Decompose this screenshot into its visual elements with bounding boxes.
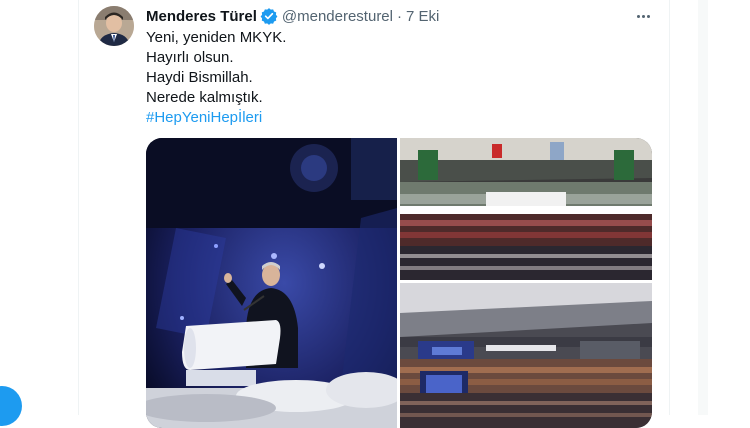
timeline-left-border <box>78 0 79 415</box>
more-options-icon[interactable] <box>632 6 654 26</box>
right-gutter <box>670 0 750 415</box>
media-grid <box>146 138 652 428</box>
tweet-line-3: Haydi Bismillah. <box>146 69 253 86</box>
author-name[interactable]: Menderes Türel <box>146 8 257 25</box>
arena-wide-view-photo[interactable] <box>400 283 652 428</box>
scroll-track[interactable] <box>698 0 708 415</box>
author-handle[interactable]: @menderesturel <box>282 8 393 25</box>
tweet-line-4: Nerede kalmıştık. <box>146 89 263 106</box>
tweet-text: Yeni, yeniden MKYK. Hayırlı olsun. Haydi… <box>146 28 286 128</box>
compose-button[interactable] <box>0 386 22 426</box>
tweet-line-1: Yeni, yeniden MKYK. <box>146 29 287 46</box>
separator-dot: · <box>396 7 402 25</box>
tweet-date[interactable]: 7 Eki <box>406 8 439 25</box>
verified-badge-icon <box>260 7 278 25</box>
crowd-in-arena-photo[interactable] <box>400 138 652 280</box>
hashtag-link[interactable]: #HepYeniHepİleri <box>146 108 286 128</box>
avatar[interactable] <box>94 6 134 46</box>
tweet-header: Menderes Türel @menderesturel · 7 Eki <box>146 6 439 26</box>
speaker-on-stage-photo[interactable] <box>146 138 397 428</box>
tweet-line-2: Hayırlı olsun. <box>146 49 234 66</box>
